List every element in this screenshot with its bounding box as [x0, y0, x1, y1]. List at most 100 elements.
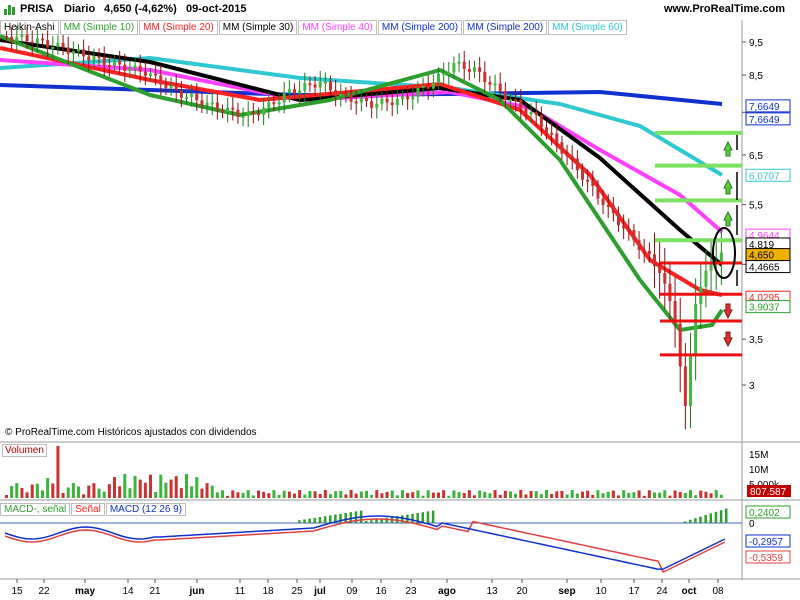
volume-bar [169, 479, 173, 498]
x-tick-label: 18 [262, 586, 274, 597]
macd-hist-bar [699, 516, 702, 523]
candle-body [20, 34, 24, 37]
macd-hist-bar [683, 521, 687, 523]
macd-legend-signal[interactable]: Señal [71, 503, 105, 516]
y-tick-label: 5,5 [749, 201, 763, 212]
candle-body [611, 205, 615, 214]
price-badge-text: 6,0707 [749, 171, 780, 182]
candle-body [174, 85, 178, 91]
macd-badge-text: -0,2957 [749, 537, 783, 548]
candle-body [298, 90, 302, 94]
volume-bar [329, 494, 332, 498]
candle-body [653, 254, 656, 267]
volume-bar [447, 495, 451, 498]
candle-body [226, 107, 230, 113]
volume-bar [210, 485, 214, 498]
candle-body [308, 83, 312, 86]
candle-body [431, 83, 435, 89]
candle-body [313, 84, 317, 88]
volume-bar [349, 490, 353, 498]
candle-body [287, 89, 291, 93]
candle-body [534, 112, 538, 116]
volume-bar [380, 493, 384, 498]
volume-bar [719, 494, 723, 498]
volume-bar [689, 490, 692, 498]
x-tick-label: 25 [291, 586, 303, 597]
macd-hist-bar [421, 512, 425, 523]
y-tick-label: 6,5 [749, 151, 763, 162]
candle-body [169, 85, 173, 88]
ma30-line [0, 38, 724, 267]
candle-body [190, 94, 194, 97]
candle-body [601, 198, 605, 205]
volume-bar [663, 490, 667, 498]
candle-body [473, 67, 476, 72]
volume-bar [30, 484, 34, 498]
candle-body [185, 96, 188, 99]
candle-body [555, 133, 559, 143]
x-tick-label: 17 [628, 586, 640, 597]
volume-label[interactable]: Volumen [2, 444, 47, 457]
candle-body [154, 73, 158, 76]
candle-body [591, 180, 595, 187]
macd-hist-bar [298, 520, 301, 523]
volume-bar [77, 486, 80, 498]
candle-body [113, 60, 116, 66]
volume-bar [159, 474, 163, 498]
volume-bar [550, 494, 554, 498]
candle-body [205, 102, 209, 106]
x-tick-label: 13 [486, 586, 498, 597]
candle-body [519, 99, 523, 109]
macd-hist-bar [714, 511, 718, 523]
candle-body [658, 266, 662, 274]
candle-body [632, 230, 636, 241]
macd-hist-bar [308, 518, 311, 523]
volume-bar [51, 483, 55, 498]
volume-bar [277, 494, 281, 498]
volume-bar [354, 493, 358, 498]
candle-body [622, 225, 626, 229]
up-arrow-icon [723, 178, 733, 195]
candle-body [329, 81, 332, 91]
volume-bar [138, 479, 142, 498]
candle-body [514, 99, 518, 102]
candle-body [359, 97, 363, 103]
candle-body [164, 84, 168, 88]
volume-bar [118, 486, 122, 498]
x-tick-label: sep [558, 586, 575, 597]
volume-bar [359, 491, 363, 498]
volume-bar [323, 490, 327, 498]
candle-body [66, 47, 70, 54]
macd-signal-line [4, 518, 726, 574]
macd-legend-hist[interactable]: MACD-, señal [0, 503, 71, 516]
volume-bar [226, 495, 230, 498]
y-tick-label: 3,5 [749, 335, 763, 346]
candle-body [107, 65, 111, 68]
volume-bar [431, 492, 435, 498]
volume-bar [493, 490, 497, 498]
x-tick-label: 11 [235, 586, 246, 597]
volume-bar [457, 492, 461, 498]
candle-body [56, 42, 60, 47]
macd-legend-macd[interactable]: MACD (12 26 9) [105, 503, 187, 516]
macd-hist-bar [303, 519, 306, 523]
volume-bar [462, 492, 466, 498]
volume-bar [334, 491, 338, 498]
volume-bar [565, 494, 569, 498]
candle-body [138, 65, 142, 72]
volume-bar [41, 490, 44, 498]
candle-body [416, 87, 420, 97]
candle-body [365, 97, 368, 102]
volume-bar [611, 490, 615, 498]
volume-tick-label: 10M [749, 465, 768, 476]
candle-body [550, 132, 554, 135]
volume-bar [627, 492, 631, 498]
volume-bar [478, 490, 482, 498]
macd-hist-bar [365, 521, 368, 523]
volume-bar [303, 494, 307, 498]
candle-body [5, 36, 8, 38]
macd-hist-bar [704, 515, 707, 523]
candle-body [668, 283, 672, 302]
candle-body [277, 102, 281, 105]
price-badge-text: 3,9037 [749, 303, 780, 314]
